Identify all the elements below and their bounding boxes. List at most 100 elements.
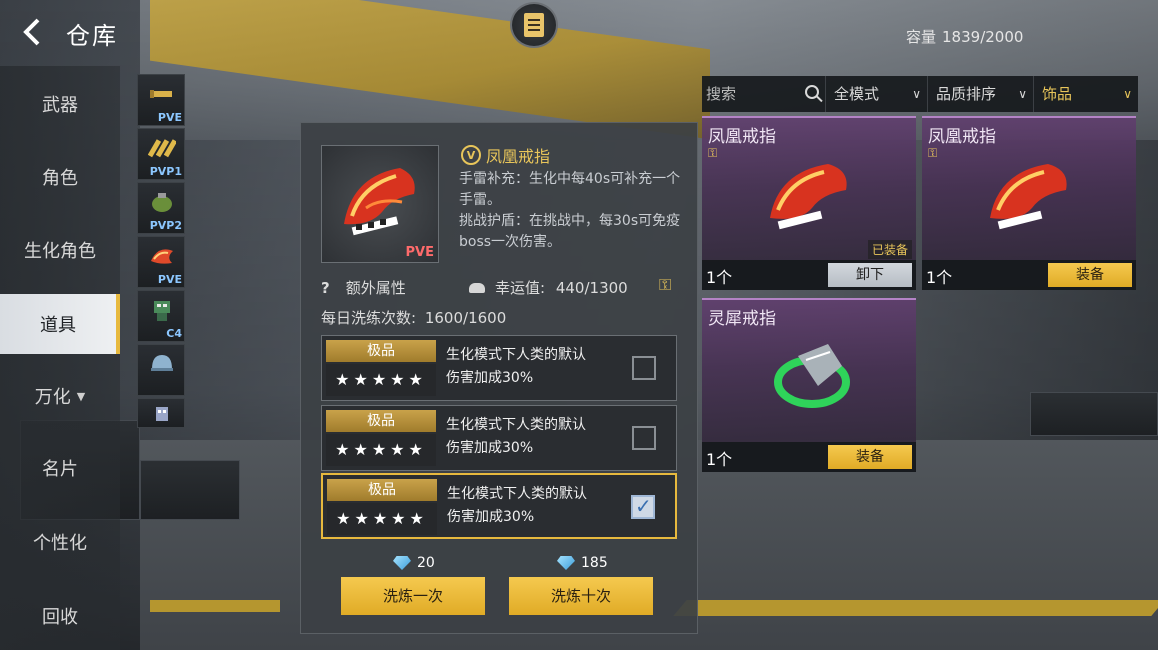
helmet-icon <box>151 355 173 371</box>
nav-label: 角色 <box>42 168 78 189</box>
extra-attributes-row: ? 额外属性 幸运值: 440/1300 ⚿ <box>321 275 681 299</box>
nav-item-cards[interactable]: 名片 <box>0 438 120 498</box>
search-placeholder: 搜索 <box>706 85 737 103</box>
subtab-pve-ring[interactable]: PVE <box>137 236 185 288</box>
subtab-helmet[interactable] <box>137 344 185 396</box>
search-input[interactable]: 搜索 <box>702 76 826 112</box>
item-image: PVE <box>321 145 439 263</box>
item-card[interactable]: 凤凰戒指 ⚿ 1个 装备 <box>922 116 1136 290</box>
item-desc-line: 手雷补充：生化中每40s可补充一个手雷。 <box>459 171 681 208</box>
daily-value: 1600/1600 <box>424 309 507 327</box>
document-icon <box>524 13 544 37</box>
nav-item-zombie-characters[interactable]: 生化角色 <box>0 220 120 280</box>
equipped-badge: 已装备 <box>867 240 912 259</box>
equip-button[interactable]: 装备 <box>1048 263 1132 287</box>
background-crate <box>1030 392 1158 436</box>
refine-option[interactable]: 极品 ★★★★★ 生化模式下人类的默认 伤害加成30% <box>321 335 677 401</box>
equip-button[interactable]: 装备 <box>828 445 912 469</box>
sort-dropdown-value: 品质排序 <box>936 85 997 103</box>
help-icon[interactable]: ? <box>321 279 335 297</box>
card-footer: 1个 装备 <box>702 442 916 472</box>
phoenix-ring-icon <box>151 249 173 264</box>
option-grade: 极品 <box>326 340 436 362</box>
card-footer: 1个 装备 <box>922 260 1136 290</box>
nav-item-items[interactable]: 道具 <box>0 294 120 354</box>
item-card[interactable]: 灵犀戒指 1个 装备 <box>702 298 916 472</box>
notice-button[interactable] <box>510 2 558 48</box>
nav-label: 生化角色 <box>24 241 96 262</box>
mode-dropdown-value: 全模式 <box>834 85 880 103</box>
filter-bar: 搜索 全模式 ∨ 品质排序 ∨ 饰品 ∨ <box>702 76 1138 112</box>
nav-item-personalize[interactable]: 个性化 <box>0 512 120 572</box>
capacity-value: 1839/2000 <box>942 28 1024 46</box>
subtab-tag: PVP1 <box>149 165 182 178</box>
subtab-tag: C4 <box>166 327 182 340</box>
nav-label: 回收 <box>42 607 78 628</box>
option-checkbox-checked[interactable] <box>631 494 655 519</box>
mode-dropdown[interactable]: 全模式 ∨ <box>828 76 928 112</box>
mode-tag: PVE <box>405 245 434 260</box>
left-nav: 武器 角色 生化角色 道具 万化 ▼ 名片 个性化 回收 <box>0 66 120 650</box>
luck-icon <box>469 283 485 293</box>
subtab-robot[interactable] <box>137 398 185 428</box>
chevron-down-icon: ∨ <box>1123 87 1132 101</box>
lock-icon[interactable]: ⚿ <box>659 275 681 297</box>
card-count: 1个 <box>706 268 733 287</box>
item-name: V 凤凰戒指 <box>461 143 550 167</box>
cost-once-value: 20 <box>417 555 435 571</box>
lingxi-ring-icon <box>774 344 850 408</box>
subtab-tag: PVP2 <box>149 219 182 232</box>
option-line: 生化模式下人类的默认 <box>446 347 586 363</box>
subtab-pvp2-grenade[interactable]: PVP2 <box>137 182 185 234</box>
chevron-down-icon: ∨ <box>912 87 921 101</box>
phoenix-ring-icon <box>770 164 847 230</box>
floor-stripe <box>673 600 1158 616</box>
refine-once-button[interactable]: 洗炼一次 <box>341 577 485 615</box>
option-line: 生化模式下人类的默认 <box>447 486 587 502</box>
refine-option-selected[interactable]: 极品 ★★★★★ 生化模式下人类的默认 伤害加成30% <box>321 473 677 539</box>
diamond-icon <box>393 556 411 570</box>
item-name-text: 凤凰戒指 <box>486 147 551 166</box>
luck-label: 幸运值: <box>495 279 546 297</box>
cost-ten-value: 185 <box>581 555 608 571</box>
nav-item-characters[interactable]: 角色 <box>0 147 120 207</box>
luck-display: 幸运值: 440/1300 <box>469 277 628 298</box>
item-desc-line: 挑战护盾：在挑战中，每30s可免疫boss一次伤害。 <box>459 213 681 250</box>
card-footer: 1个 卸下 <box>702 260 916 290</box>
subtab-tag: PVE <box>157 111 182 124</box>
top-bar: 仓库 容量 1839/2000 <box>0 0 1158 66</box>
option-checkbox[interactable] <box>632 426 656 450</box>
subtab-pvp1-ammo[interactable]: PVP1 <box>137 128 185 180</box>
sort-dropdown[interactable]: 品质排序 ∨ <box>930 76 1034 112</box>
subtab-tag: PVE <box>157 273 182 286</box>
subtab-c4[interactable]: C4 <box>137 290 185 342</box>
nav-label: 武器 <box>42 95 78 116</box>
nav-label: 名片 <box>42 459 78 480</box>
lock-icon: ⚿ <box>928 146 938 160</box>
subtab-column: PVE PVP1 PVP2 PVE C4 <box>137 74 185 434</box>
item-card[interactable]: 凤凰戒指 ⚿ 已装备 1个 卸下 <box>702 116 916 290</box>
option-checkbox[interactable] <box>632 356 656 380</box>
card-name: 凤凰戒指 <box>708 127 776 147</box>
option-text: 生化模式下人类的默认 伤害加成30% <box>446 344 586 390</box>
category-dropdown[interactable]: 饰品 ∨ <box>1036 76 1138 112</box>
capacity-label: 容量 <box>906 28 937 46</box>
nav-item-weapons[interactable]: 武器 <box>0 74 120 134</box>
option-stars: ★★★★★ <box>326 364 436 396</box>
search-icon <box>805 85 819 99</box>
nav-item-recycle[interactable]: 回收 <box>0 586 120 646</box>
lock-icon: ⚿ <box>708 146 718 160</box>
refine-ten-button[interactable]: 洗炼十次 <box>509 577 653 615</box>
nav-item-wanhua[interactable]: 万化 ▼ <box>0 366 120 426</box>
nav-label: 个性化 <box>33 533 87 554</box>
option-stars: ★★★★★ <box>327 503 437 535</box>
subtab-pve-ammo[interactable]: PVE <box>137 74 185 126</box>
refine-option[interactable]: 极品 ★★★★★ 生化模式下人类的默认 伤害加成30% <box>321 405 677 471</box>
daily-refine-count: 每日洗练次数: 1600/1600 <box>321 307 506 328</box>
back-button[interactable] <box>18 16 50 50</box>
unequip-button[interactable]: 卸下 <box>828 263 912 287</box>
option-line: 生化模式下人类的默认 <box>446 417 586 433</box>
cost-ten: 185 <box>557 555 608 571</box>
bullets-icon <box>148 139 176 158</box>
option-grade: 极品 <box>326 410 436 432</box>
